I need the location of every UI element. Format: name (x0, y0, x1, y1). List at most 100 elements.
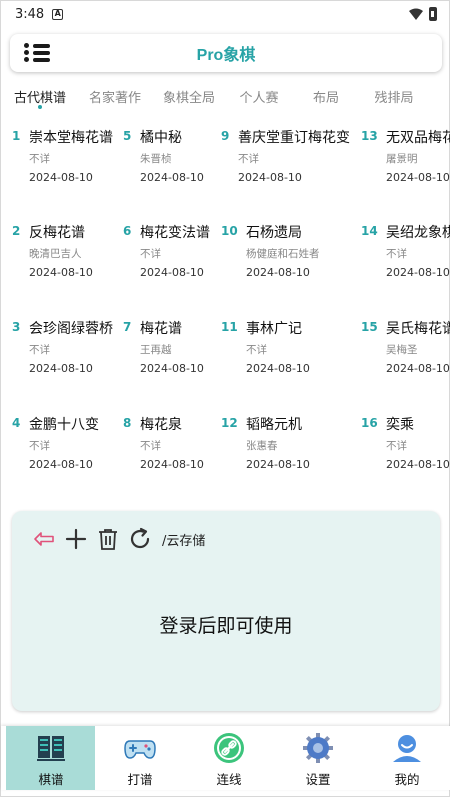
nav-label: 连线 (216, 772, 242, 787)
book-author: 不详 (29, 344, 50, 356)
book-title: 韬略元机 (246, 417, 302, 433)
book-item[interactable]: 14 吴绍龙象棋 不详 2024-08-10 (361, 214, 450, 294)
bottom-navigation: 棋谱 打谱 连线 设置 我的 (1, 726, 450, 790)
book-number: 2 (12, 224, 21, 238)
book-item[interactable]: 8 梅花泉 不详 2024-08-10 (123, 406, 235, 486)
book-number: 11 (221, 320, 238, 334)
book-item[interactable]: 12 韬略元机 张惠春 2024-08-10 (221, 406, 356, 486)
plus-icon[interactable] (64, 527, 88, 551)
tab-endgames[interactable]: 残排局 (369, 83, 419, 113)
status-bar: 3:48 A (1, 1, 450, 27)
book-title: 梅花泉 (140, 417, 182, 433)
book-author: 王再越 (140, 344, 172, 356)
book-date: 2024-08-10 (386, 266, 450, 279)
book-title: 吴绍龙象棋 (386, 225, 450, 241)
tab-masters-works[interactable]: 名家著作 (85, 83, 145, 113)
book-number: 10 (221, 224, 238, 238)
book-author: 不详 (29, 440, 50, 452)
book-item[interactable]: 2 反梅花谱 晚清巴吉人 2024-08-10 (12, 214, 124, 294)
book-title: 吴氏梅花谱 (386, 321, 450, 337)
book-number: 4 (12, 416, 21, 430)
notification-icon: A (52, 8, 64, 20)
book-title: 奕乘 (386, 417, 414, 433)
nav-label: 棋谱 (38, 772, 64, 787)
login-required-message: 登录后即可使用 (159, 615, 293, 637)
book-date: 2024-08-10 (29, 458, 93, 471)
book-number: 13 (361, 129, 378, 143)
book-date: 2024-08-10 (386, 171, 450, 184)
book-item[interactable]: 16 奕乘 不详 2024-08-10 (361, 406, 450, 486)
book-author: 不详 (238, 153, 259, 165)
book-author: 不详 (140, 440, 161, 452)
book-item[interactable]: 15 吴氏梅花谱 吴梅圣 2024-08-10 (361, 310, 450, 390)
book-number: 12 (221, 416, 238, 430)
book-item[interactable]: 4 金鹏十八变 不详 2024-08-10 (12, 406, 124, 486)
status-time: 3:48 (15, 6, 45, 22)
trash-icon[interactable] (96, 527, 120, 551)
book-date: 2024-08-10 (246, 266, 310, 279)
book-number: 1 (12, 129, 21, 143)
book-author: 张惠春 (246, 440, 278, 452)
cloud-path: /云存储 (162, 533, 206, 549)
tab-ancient-books[interactable]: 古代棋谱 (11, 83, 69, 113)
book-date: 2024-08-10 (29, 362, 93, 375)
refresh-icon[interactable] (128, 527, 152, 551)
book-item[interactable]: 9 善庆堂重订梅花变 不详 2024-08-10 (221, 119, 356, 199)
app-frame: 3:48 A Pro象棋 古代棋谱 名家著作 象棋全局 个人赛 布局 残排局 1… (0, 0, 450, 797)
book-title: 事林广记 (246, 321, 302, 337)
book-item[interactable]: 11 事林广记 不详 2024-08-10 (221, 310, 356, 390)
nav-item-connect[interactable]: 连线 (184, 726, 273, 790)
nav-item-play[interactable]: 打谱 (95, 726, 184, 790)
book-grid: 1 崇本堂梅花谱 不详 2024-08-10 2 反梅花谱 晚清巴吉人 2024… (1, 119, 450, 504)
tab-openings[interactable]: 布局 (305, 83, 347, 113)
wifi-icon (409, 8, 423, 20)
book-item[interactable]: 13 无双品梅花 屠景明 2024-08-10 (361, 119, 450, 199)
book-number: 3 (12, 320, 21, 334)
book-number: 6 (123, 224, 132, 238)
nav-item-profile[interactable]: 我的 (362, 726, 450, 790)
book-title: 崇本堂梅花谱 (29, 130, 113, 146)
back-arrow-icon[interactable] (32, 527, 56, 551)
book-author: 朱晋桢 (140, 153, 172, 165)
book-title: 梅花谱 (140, 321, 182, 337)
book-number: 14 (361, 224, 378, 238)
book-item[interactable]: 6 梅花变法谱 不详 2024-08-10 (123, 214, 235, 294)
tab-individual-match[interactable]: 个人赛 (233, 83, 285, 113)
nav-label: 打谱 (127, 772, 153, 787)
book-title: 善庆堂重订梅花变 (238, 130, 350, 146)
app-bar: Pro象棋 (10, 34, 442, 72)
book-item[interactable]: 5 橘中秘 朱晋桢 2024-08-10 (123, 119, 235, 199)
book-icon (37, 736, 65, 761)
book-date: 2024-08-10 (29, 171, 93, 184)
nav-label: 我的 (394, 772, 420, 787)
gamepad-icon (124, 740, 156, 759)
nav-item-settings[interactable]: 设置 (273, 726, 362, 790)
gear-icon (303, 733, 333, 763)
tab-full-games[interactable]: 象棋全局 (159, 83, 219, 113)
book-date: 2024-08-10 (246, 458, 310, 471)
book-title: 橘中秘 (140, 130, 182, 146)
book-date: 2024-08-10 (140, 171, 204, 184)
book-author: 晚清巴吉人 (29, 248, 82, 260)
book-item[interactable]: 1 崇本堂梅花谱 不详 2024-08-10 (12, 119, 124, 199)
book-author: 不详 (386, 440, 407, 452)
book-author: 杨健庭和石姓者 (246, 248, 320, 260)
book-title: 会珍阁绿蓉桥 (29, 321, 113, 337)
book-date: 2024-08-10 (238, 171, 302, 184)
book-title: 石杨遗局 (246, 225, 302, 241)
book-item[interactable]: 10 石杨遗局 杨健庭和石姓者 2024-08-10 (221, 214, 356, 294)
nav-item-book[interactable]: 棋谱 (6, 726, 95, 790)
book-date: 2024-08-10 (246, 362, 310, 375)
book-date: 2024-08-10 (386, 458, 450, 471)
cloud-toolbar: /云存储 (32, 525, 205, 553)
category-tabs: 古代棋谱 名家著作 象棋全局 个人赛 布局 残排局 (1, 83, 450, 113)
book-author: 不详 (386, 248, 407, 260)
book-number: 16 (361, 416, 378, 430)
book-item[interactable]: 3 会珍阁绿蓉桥 不详 2024-08-10 (12, 310, 124, 390)
app-title: Pro象棋 (196, 47, 256, 64)
menu-button[interactable] (24, 42, 52, 64)
book-title: 梅花变法谱 (140, 225, 210, 241)
book-number: 7 (123, 320, 132, 334)
book-number: 5 (123, 129, 132, 143)
book-item[interactable]: 7 梅花谱 王再越 2024-08-10 (123, 310, 235, 390)
